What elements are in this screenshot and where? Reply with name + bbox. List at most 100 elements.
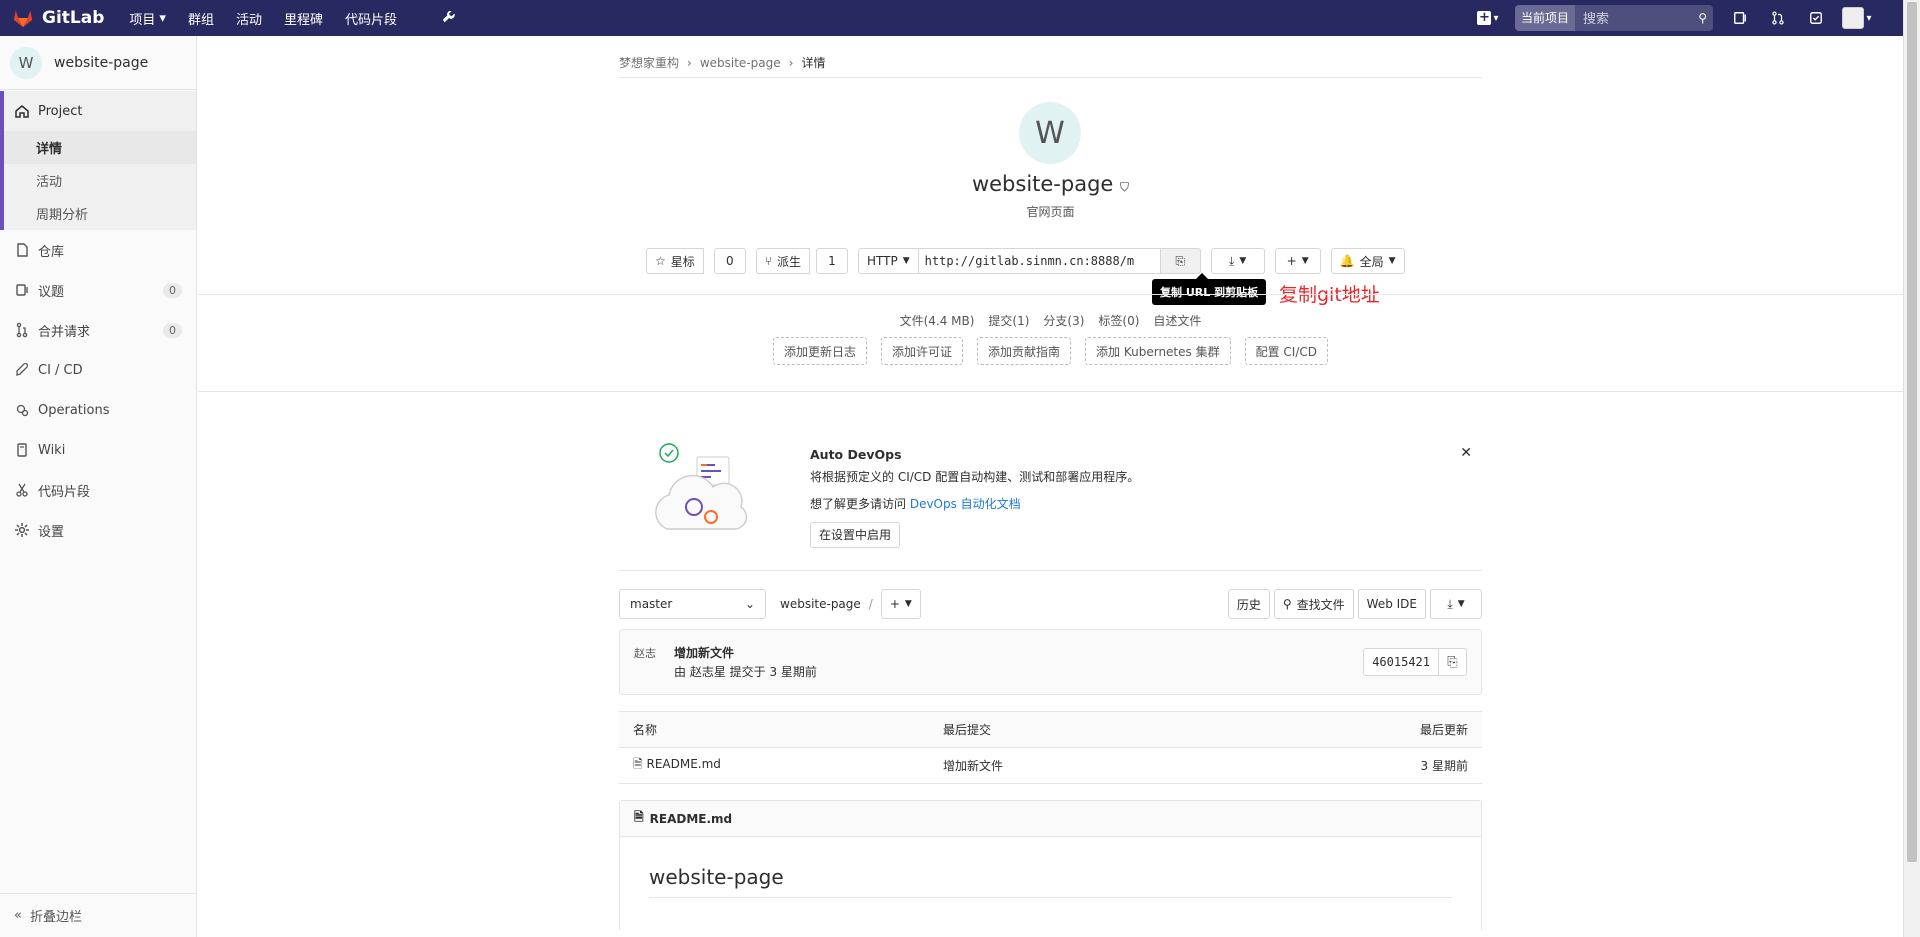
- setup-ci-cd-button[interactable]: 配置 CI/CD: [1244, 337, 1328, 365]
- stat-tags[interactable]: 标签(0): [1098, 312, 1139, 329]
- clone-url-field[interactable]: http://gitlab.sinmn.cn:8888/m: [918, 248, 1161, 274]
- new-item-button[interactable]: + ▾: [1471, 4, 1505, 32]
- search-input[interactable]: [1575, 10, 1694, 26]
- caret-down-icon: ▼: [902, 256, 910, 266]
- commit-message[interactable]: 增加新文件: [674, 644, 817, 661]
- sidebar-item-snippets[interactable]: 代码片段: [0, 470, 196, 510]
- add-kubernetes-button[interactable]: 添加 Kubernetes 集群: [1085, 337, 1231, 365]
- nav-groups[interactable]: 群组: [177, 9, 225, 28]
- stat-branches[interactable]: 分支(3): [1043, 312, 1084, 329]
- sidebar-item-ci-cd[interactable]: CI / CD: [0, 350, 196, 390]
- add-license-button[interactable]: 添加许可证: [881, 337, 964, 365]
- stat-commits[interactable]: 提交(1): [988, 312, 1029, 329]
- devops-docs-link[interactable]: DevOps 自动化文档: [910, 497, 1021, 511]
- stat-readme[interactable]: 自述文件: [1153, 312, 1201, 329]
- gitlab-logo[interactable]: GitLab: [0, 7, 118, 29]
- user-menu[interactable]: ▾: [1837, 4, 1877, 32]
- nav-milestones[interactable]: 里程碑: [273, 9, 334, 28]
- nav-snippets[interactable]: 代码片段: [334, 9, 408, 28]
- repo-tree-toolbar: master ⌄ website-page / + ▼ 历史 ⚲ 查找文件 Web I…: [619, 589, 1482, 619]
- sidebar-item-settings[interactable]: 设置: [0, 510, 196, 550]
- find-file-button[interactable]: ⚲ 查找文件: [1273, 589, 1354, 619]
- fork-button[interactable]: ⑂ 派生: [755, 248, 810, 274]
- todos-nav-icon[interactable]: [1799, 4, 1833, 32]
- project-actions: ☆ 星标 0 ⑂ 派生 1 HTTP ▼ http://gitlab.sinmn.cn…: [646, 248, 1405, 274]
- devops-text: Auto DevOps 将根据预定义的 CI/CD 配置自动构建、测试和部署应用…: [810, 446, 1139, 549]
- issues-icon: [14, 282, 30, 298]
- sidebar-sub-details[interactable]: 详情: [4, 131, 196, 164]
- main-content: 梦想家重构 › website-page › 详情 W website-page…: [198, 36, 1903, 937]
- add-changelog-button[interactable]: 添加更新日志: [772, 337, 867, 365]
- search-box[interactable]: 当前项目 ⚲: [1515, 5, 1713, 31]
- clipboard-icon: ⎘: [1175, 253, 1185, 268]
- download-icon: ⤓: [1229, 253, 1235, 268]
- file-table: 名称 最后提交 最后更新 🗎 README.md 增加新文件 3 星期前: [619, 711, 1482, 784]
- add-to-tree-dropdown[interactable]: + ▼: [880, 589, 921, 619]
- download-dropdown[interactable]: ⤓ ▼: [1430, 589, 1482, 619]
- scrollbar-thumb[interactable]: [1907, 2, 1917, 862]
- caret-down-icon: ▼: [1388, 256, 1396, 266]
- file-commit-cell[interactable]: 增加新文件: [929, 747, 1226, 784]
- sidebar-item-repository[interactable]: 仓库: [0, 230, 196, 270]
- fork-icon: ⑂: [764, 254, 772, 268]
- merge-requests-nav-icon[interactable]: [1761, 4, 1795, 32]
- path-separator: /: [868, 597, 873, 611]
- shield-icon: ⛉: [1120, 180, 1130, 194]
- project-avatar-large: W: [1019, 102, 1081, 164]
- copy-url-button[interactable]: ⎘: [1160, 248, 1201, 274]
- sidebar-item-wiki[interactable]: Wiki: [0, 430, 196, 470]
- history-button[interactable]: 历史: [1227, 589, 1270, 619]
- project-title-text: website-page: [971, 172, 1114, 196]
- sidebar-item-issues[interactable]: 议题 0: [0, 270, 196, 310]
- table-row[interactable]: 🗎 README.md 增加新文件 3 星期前: [619, 747, 1482, 784]
- star-button[interactable]: ☆ 星标: [646, 248, 704, 274]
- branch-select[interactable]: master ⌄: [619, 589, 766, 619]
- admin-wrench-icon[interactable]: [408, 11, 467, 25]
- breadcrumb-project[interactable]: website-page: [700, 56, 781, 70]
- sidebar-sub-cycle-analytics[interactable]: 周期分析: [4, 197, 196, 230]
- star-count[interactable]: 0: [713, 248, 746, 274]
- sidebar-item-merge-requests[interactable]: 合并请求 0: [0, 310, 196, 350]
- project-name: website-page: [54, 54, 149, 71]
- copy-sha-button[interactable]: ⎘: [1439, 648, 1467, 676]
- caret-down-icon: ▼: [1457, 599, 1465, 609]
- commit-sha[interactable]: 46015421: [1363, 648, 1439, 676]
- repo-path-root[interactable]: website-page: [780, 597, 861, 611]
- sidebar-item-project[interactable]: Project: [4, 91, 196, 131]
- breadcrumb-group[interactable]: 梦想家重构: [619, 54, 679, 71]
- caret-down-icon: ▼: [904, 599, 912, 609]
- add-dropdown[interactable]: + ▼: [1274, 248, 1321, 274]
- commit-info: 增加新文件 由 赵志星 提交于 3 星期前: [674, 644, 817, 680]
- nav-activity[interactable]: 活动: [225, 9, 273, 28]
- add-contributing-button[interactable]: 添加贡献指南: [977, 337, 1072, 365]
- nav-projects[interactable]: 项目 ▾: [118, 9, 177, 28]
- sidebar-sub-activity[interactable]: 活动: [4, 164, 196, 197]
- sidebar-item-label: CI / CD: [38, 362, 83, 378]
- devops-line2: 想了解更多请访问 DevOps 自动化文档: [810, 491, 1139, 518]
- protocol-dropdown[interactable]: HTTP ▼: [858, 248, 919, 274]
- collapse-sidebar-button[interactable]: « 折叠边栏: [0, 893, 196, 937]
- file-updated-cell: 3 星期前: [1225, 747, 1482, 784]
- enable-in-settings-button[interactable]: 在设置中启用: [810, 522, 901, 548]
- branch-label: master: [630, 597, 673, 611]
- fork-count[interactable]: 1: [816, 248, 848, 274]
- readme-filename[interactable]: README.md: [650, 812, 732, 826]
- issues-nav-icon[interactable]: [1723, 4, 1757, 32]
- devops-title: Auto DevOps: [810, 447, 902, 462]
- file-name-cell[interactable]: 🗎 README.md: [619, 747, 929, 784]
- download-dropdown[interactable]: ⤓ ▼: [1210, 248, 1265, 274]
- auto-devops-banner: Auto DevOps 将根据预定义的 CI/CD 配置自动构建、测试和部署应用…: [619, 433, 1482, 571]
- notification-dropdown[interactable]: 🔔 全局 ▼: [1330, 248, 1405, 274]
- chevron-down-icon: ▾: [1866, 12, 1872, 24]
- sidebar-project-header[interactable]: W website-page: [0, 36, 196, 90]
- sidebar-item-operations[interactable]: Operations: [0, 390, 196, 430]
- web-ide-button[interactable]: Web IDE: [1357, 589, 1426, 619]
- merge-requests-count-badge: 0: [163, 322, 182, 338]
- stat-files[interactable]: 文件(4.4 MB): [900, 312, 975, 329]
- page-scrollbar[interactable]: [1903, 0, 1920, 937]
- chevron-right-icon: ›: [788, 55, 794, 70]
- divider: [198, 294, 1903, 295]
- last-commit: 赵志 增加新文件 由 赵志星 提交于 3 星期前 46015421 ⎘: [619, 629, 1482, 695]
- gear-icon: [14, 522, 30, 538]
- close-icon[interactable]: ✕: [1460, 445, 1472, 461]
